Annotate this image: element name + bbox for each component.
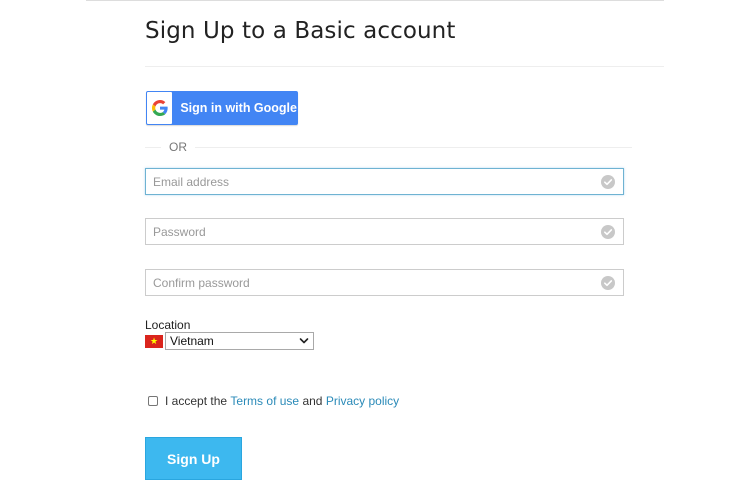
password-field-wrapper <box>145 218 624 245</box>
or-divider: OR <box>145 139 632 155</box>
accept-terms-checkbox[interactable] <box>148 396 158 406</box>
confirm-password-field-wrapper <box>145 269 624 296</box>
google-g-icon <box>147 92 173 124</box>
vietnam-flag-icon: ★ <box>145 335 163 348</box>
terms-conjunction: and <box>302 394 323 408</box>
check-circle-icon <box>601 276 615 290</box>
terms-row: I accept the Terms of use and Privacy po… <box>148 394 399 408</box>
password-field[interactable] <box>146 219 623 244</box>
confirm-password-field[interactable] <box>146 270 623 295</box>
page-title: Sign Up to a Basic account <box>145 18 456 44</box>
terms-prefix: I accept the <box>165 394 228 408</box>
google-signin-button[interactable]: Sign in with Google <box>146 91 298 125</box>
google-signin-label: Sign in with Google <box>180 101 297 115</box>
or-line-left <box>145 146 161 148</box>
check-circle-icon <box>601 175 615 189</box>
or-text: OR <box>169 140 187 154</box>
chevron-down-icon <box>299 338 309 344</box>
title-divider <box>145 66 664 67</box>
check-circle-icon <box>601 225 615 239</box>
or-line-right <box>195 146 632 148</box>
location-select[interactable]: Vietnam <box>165 332 314 350</box>
privacy-policy-link[interactable]: Privacy policy <box>326 394 399 408</box>
email-field-wrapper <box>145 168 624 195</box>
top-divider <box>86 0 664 1</box>
email-field[interactable] <box>146 169 623 194</box>
location-label: Location <box>145 318 191 332</box>
terms-of-use-link[interactable]: Terms of use <box>230 394 299 408</box>
location-selected-value: Vietnam <box>170 334 214 348</box>
sign-up-button[interactable]: Sign Up <box>145 437 242 480</box>
